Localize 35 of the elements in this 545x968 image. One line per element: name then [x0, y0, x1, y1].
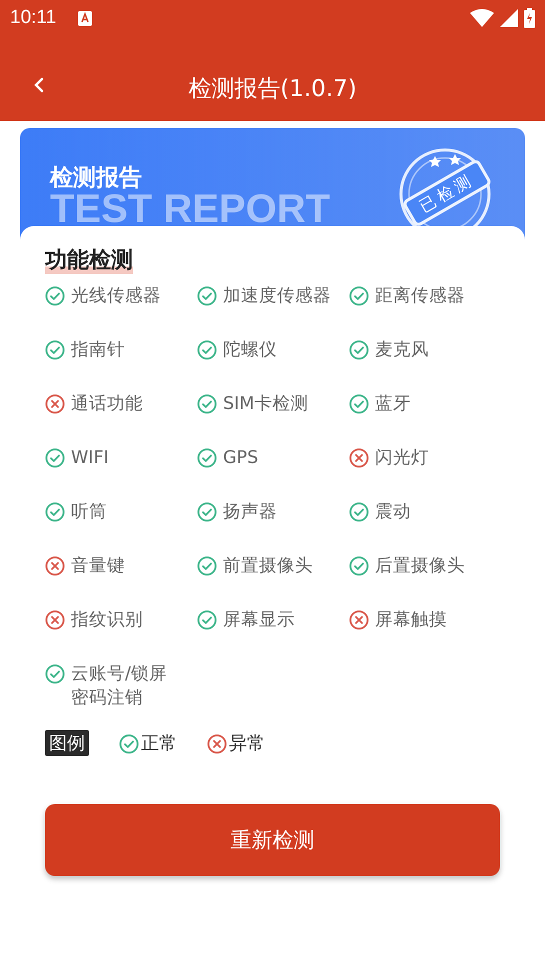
test-item-label: 震动 [375, 501, 411, 524]
back-icon [34, 76, 44, 92]
test-item-label: 屏幕触摸 [375, 609, 447, 632]
test-item-label: 距离传感器 [375, 285, 465, 308]
test-item-label: 指纹识别 [71, 609, 143, 632]
test-item-label: WIFI [71, 447, 109, 470]
test-item-label: 听筒 [71, 501, 107, 524]
test-item-label: 麦克风 [375, 339, 429, 362]
test-item-label: 云账号/锁屏密码注销 [71, 663, 168, 710]
test-item-label: GPS [223, 447, 258, 470]
test-item-label: 蓝牙 [375, 393, 411, 416]
notification-icon [78, 10, 92, 26]
retest-button[interactable]: 重新检测 [45, 804, 500, 876]
test-item-label: 后置摄像头 [375, 555, 465, 578]
signal-icon [500, 9, 518, 27]
page-title: 检测报告(1.0.7) [188, 75, 357, 104]
test-item-label: 通话功能 [71, 393, 143, 416]
legend-label: 图例 [45, 730, 89, 756]
wifi-icon [470, 9, 494, 27]
test-item-label: 扬声器 [223, 501, 277, 524]
test-item-label: 陀螺仪 [223, 339, 277, 362]
test-item-label: 加速度传感器 [223, 285, 331, 308]
test-item-label: 闪光灯 [375, 447, 429, 470]
section-title: 功能检测 [45, 248, 133, 274]
test-item-label: 音量键 [71, 555, 125, 578]
status-time: 10:11 [10, 7, 56, 29]
test-item-label: SIM卡检测 [223, 393, 308, 416]
battery-icon [524, 8, 535, 28]
test-item-label: 前置摄像头 [223, 555, 313, 578]
legend-item-label: 正常 [141, 732, 177, 756]
banner-title: 检测报告 [50, 164, 142, 193]
legend-item-label: 异常 [229, 732, 265, 756]
test-item-label: 光线传感器 [71, 285, 161, 308]
test-item-label: 屏幕显示 [223, 609, 295, 632]
test-item-label: 指南针 [71, 339, 125, 362]
